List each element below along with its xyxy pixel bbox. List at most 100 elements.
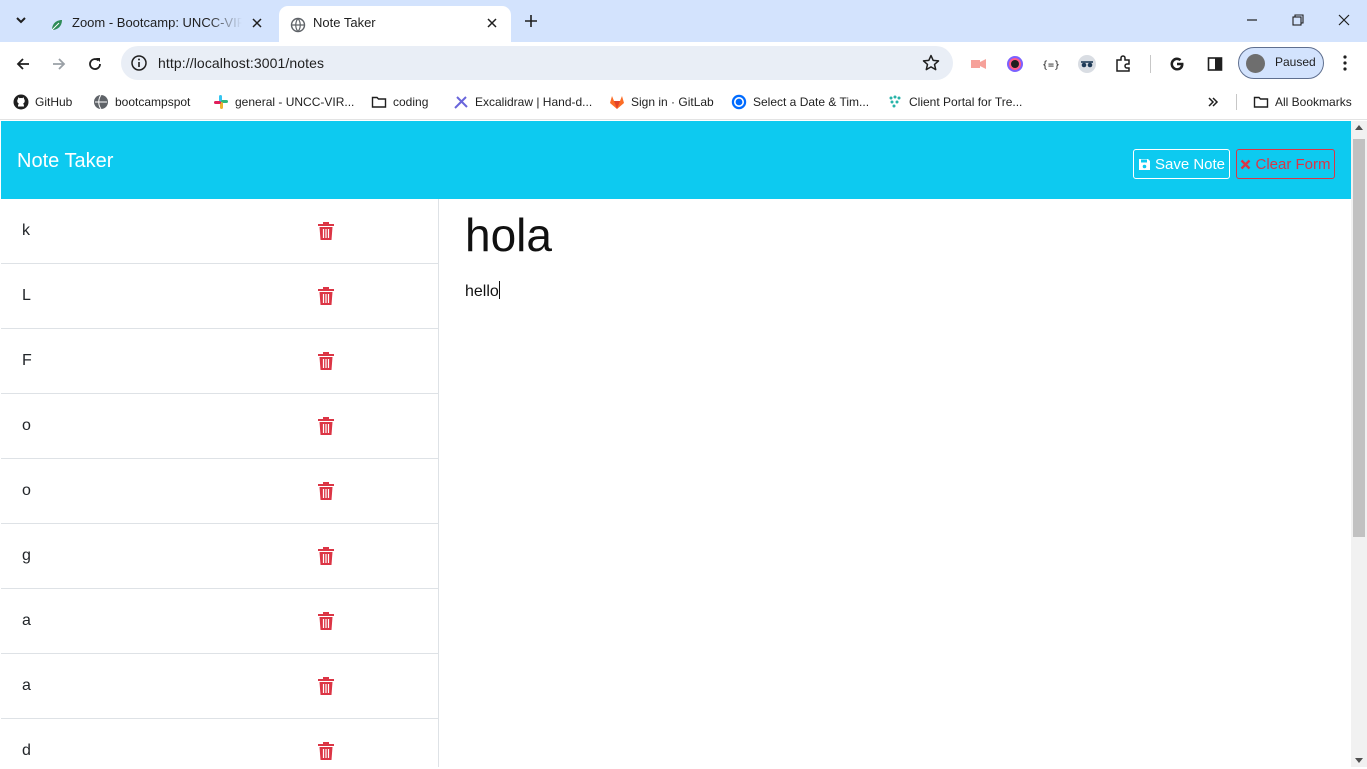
bookmark-label: coding xyxy=(393,95,429,109)
window-close-button[interactable] xyxy=(1321,6,1367,34)
tab-search-button[interactable] xyxy=(8,7,34,33)
gitlab-icon xyxy=(610,96,624,109)
arrow-right-icon xyxy=(53,58,66,70)
trash-icon[interactable] xyxy=(317,221,335,241)
kebab-menu-icon xyxy=(1343,55,1347,71)
close-icon[interactable] xyxy=(248,14,266,32)
bookmark-calendly[interactable]: Select a Date & Tim... xyxy=(731,92,869,112)
zoom-leaf-icon xyxy=(51,20,62,31)
list-item[interactable]: g xyxy=(1,524,438,589)
list-item[interactable]: F xyxy=(1,329,438,394)
forward-button[interactable] xyxy=(45,50,73,78)
restore-button[interactable] xyxy=(1275,6,1321,34)
bookmarks-bar: GitHub bootcampspot general - UNCC-VIR..… xyxy=(0,84,1367,120)
browser-menu-button[interactable] xyxy=(1334,52,1356,74)
globe-icon xyxy=(290,17,306,33)
note-list-title[interactable]: d xyxy=(22,742,31,760)
note-list-title[interactable]: o xyxy=(22,417,31,435)
x-icon xyxy=(1241,159,1251,169)
note-list-title[interactable]: F xyxy=(22,352,32,370)
list-item[interactable]: k xyxy=(1,199,438,264)
bookmark-slack-general[interactable]: general - UNCC-VIR... xyxy=(213,92,354,112)
bookmark-label: GitHub xyxy=(35,95,73,109)
bookmark-label: Select a Date & Tim... xyxy=(753,95,870,109)
star-icon[interactable] xyxy=(921,53,941,73)
list-item[interactable]: L xyxy=(1,264,438,329)
tab-zoom[interactable]: Zoom - Bootcamp: UNCC-VIRT- xyxy=(38,6,276,42)
note-list-title[interactable]: g xyxy=(22,547,31,565)
minimize-icon xyxy=(1247,19,1257,21)
scroll-up-arrow-icon[interactable] xyxy=(1355,125,1363,130)
side-panel-icon[interactable] xyxy=(1204,53,1226,75)
json-formatter-extension-icon[interactable]: {=} xyxy=(1040,53,1062,75)
list-item[interactable]: a xyxy=(1,589,438,654)
note-list-title[interactable]: L xyxy=(22,287,31,305)
app-brand[interactable]: Note Taker xyxy=(17,150,113,173)
list-item[interactable]: d xyxy=(1,719,438,767)
clear-form-label: Clear Form xyxy=(1255,155,1331,173)
incognito-extension-icon[interactable] xyxy=(1076,53,1098,75)
note-list-title[interactable]: o xyxy=(22,482,31,500)
reload-button[interactable] xyxy=(81,50,109,78)
scroll-down-arrow-icon[interactable] xyxy=(1355,758,1363,763)
close-icon xyxy=(1338,14,1350,26)
note-list-title[interactable]: a xyxy=(22,677,31,695)
note-title-input[interactable]: hola xyxy=(465,210,552,261)
note-text-value: hello xyxy=(465,283,499,300)
close-icon[interactable] xyxy=(483,14,501,32)
tab-note-taker[interactable]: Note Taker xyxy=(279,6,511,42)
bookmark-label: Excalidraw | Hand-d... xyxy=(475,95,593,109)
note-list-title[interactable]: k xyxy=(22,222,30,240)
note-list-title[interactable]: a xyxy=(22,612,31,630)
google-icon[interactable] xyxy=(1166,53,1188,75)
note-textarea[interactable]: hello xyxy=(465,281,500,301)
new-tab-button[interactable] xyxy=(519,9,543,33)
url-text[interactable]: http://localhost:3001/notes xyxy=(158,55,324,71)
scrollbar-thumb[interactable] xyxy=(1353,139,1365,537)
chevron-down-icon xyxy=(16,17,26,24)
github-icon xyxy=(13,94,29,110)
bookmark-github[interactable]: GitHub xyxy=(13,92,72,112)
avatar xyxy=(1246,54,1265,73)
back-button[interactable] xyxy=(9,50,37,78)
all-bookmarks-button[interactable]: All Bookmarks xyxy=(1253,92,1352,112)
profile-button[interactable]: Paused xyxy=(1238,47,1324,79)
floppy-disk-icon xyxy=(1138,158,1150,170)
chevron-double-right-icon xyxy=(1208,97,1219,107)
bookmark-client-portal[interactable]: Client Portal for Tre... xyxy=(887,92,1022,112)
color-picker-extension-icon[interactable] xyxy=(1004,53,1026,75)
arrow-left-icon xyxy=(16,58,29,70)
restore-icon xyxy=(1292,14,1304,26)
tab-title: Note Taker xyxy=(313,15,376,30)
extensions-puzzle-icon[interactable] xyxy=(1112,53,1134,75)
bookmark-label: Sign in · GitLab xyxy=(631,95,714,109)
bookmarks-overflow-button[interactable] xyxy=(1203,92,1223,112)
bookmark-gitlab[interactable]: Sign in · GitLab xyxy=(609,92,714,112)
list-item[interactable]: a xyxy=(1,654,438,719)
folder-icon xyxy=(1253,96,1269,108)
profile-status: Paused xyxy=(1275,55,1316,69)
list-item[interactable]: o xyxy=(1,459,438,524)
trash-icon[interactable] xyxy=(317,611,335,631)
address-bar[interactable]: http://localhost:3001/notes xyxy=(121,46,953,80)
browser-toolbar: http://localhost:3001/notes {=} Paused xyxy=(0,42,1367,84)
page-viewport: Note Taker Save Note Clear Form k L F o … xyxy=(1,121,1351,767)
list-item[interactable]: o xyxy=(1,394,438,459)
trash-icon[interactable] xyxy=(317,481,335,501)
page-scrollbar[interactable] xyxy=(1351,121,1367,767)
clear-form-button[interactable]: Clear Form xyxy=(1236,149,1335,179)
trash-icon[interactable] xyxy=(317,741,335,761)
trash-icon[interactable] xyxy=(317,286,335,306)
bookmark-excalidraw[interactable]: Excalidraw | Hand-d... xyxy=(453,92,592,112)
plus-icon xyxy=(525,15,537,27)
screencast-extension-icon[interactable] xyxy=(968,53,990,75)
bookmark-folder-coding[interactable]: coding xyxy=(371,92,428,112)
minimize-button[interactable] xyxy=(1229,6,1275,34)
trash-icon[interactable] xyxy=(317,351,335,371)
save-note-button[interactable]: Save Note xyxy=(1133,149,1230,179)
trash-icon[interactable] xyxy=(317,546,335,566)
site-info-icon[interactable] xyxy=(130,54,148,72)
bookmark-bootcampspot[interactable]: bootcampspot xyxy=(93,92,190,112)
trash-icon[interactable] xyxy=(317,676,335,696)
trash-icon[interactable] xyxy=(317,416,335,436)
